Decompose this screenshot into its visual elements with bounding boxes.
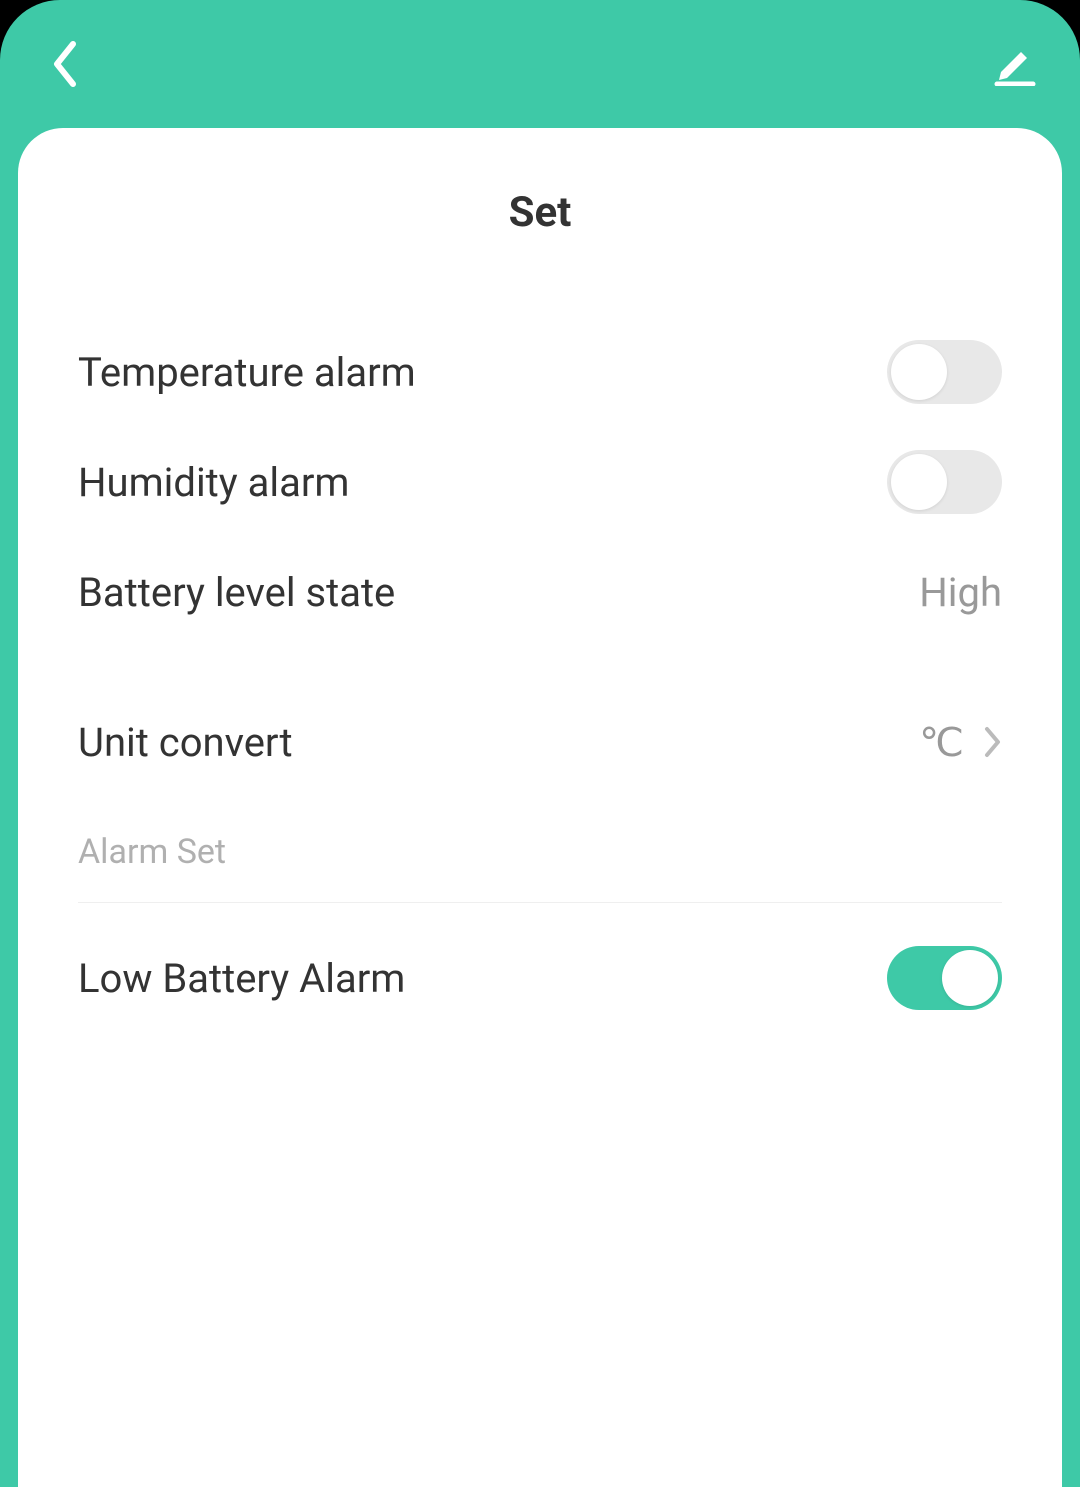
- temperature-alarm-toggle[interactable]: [887, 340, 1002, 404]
- page-title: Set: [78, 188, 1002, 237]
- alarm-set-section-header: Alarm Set: [78, 797, 1002, 903]
- temperature-alarm-row: Temperature alarm: [78, 317, 1002, 427]
- unit-convert-row[interactable]: Unit convert ℃: [78, 687, 1002, 797]
- edit-icon: [993, 42, 1037, 86]
- low-battery-alarm-row: Low Battery Alarm: [78, 923, 1002, 1033]
- unit-convert-label: Unit convert: [78, 719, 293, 766]
- unit-convert-value: ℃: [919, 719, 964, 766]
- unit-convert-value-group: ℃: [919, 719, 1002, 766]
- temperature-alarm-label: Temperature alarm: [78, 349, 416, 396]
- toggle-knob: [891, 454, 947, 510]
- toggle-knob: [942, 950, 998, 1006]
- spacer: [78, 647, 1002, 687]
- back-button[interactable]: [40, 39, 90, 89]
- battery-level-value: High: [919, 569, 1002, 616]
- battery-level-row: Battery level state High: [78, 537, 1002, 647]
- settings-card: Set Temperature alarm Humidity alarm Bat…: [18, 128, 1062, 1487]
- humidity-alarm-row: Humidity alarm: [78, 427, 1002, 537]
- low-battery-alarm-toggle[interactable]: [887, 946, 1002, 1010]
- edit-button[interactable]: [990, 39, 1040, 89]
- toggle-knob: [891, 344, 947, 400]
- humidity-alarm-toggle[interactable]: [887, 450, 1002, 514]
- chevron-right-icon: [984, 726, 1002, 758]
- humidity-alarm-label: Humidity alarm: [78, 459, 349, 506]
- battery-level-label: Battery level state: [78, 569, 395, 616]
- app-container: Set Temperature alarm Humidity alarm Bat…: [0, 0, 1080, 1487]
- chevron-left-icon: [51, 40, 79, 88]
- low-battery-alarm-label: Low Battery Alarm: [78, 955, 405, 1002]
- header: [0, 0, 1080, 128]
